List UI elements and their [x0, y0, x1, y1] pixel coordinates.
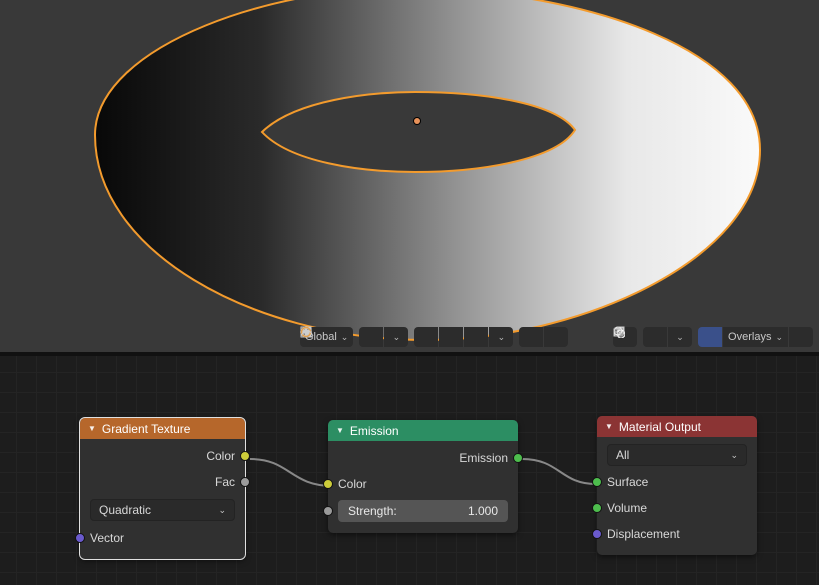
overlays-label: Overlays: [728, 331, 771, 343]
gizmo-toggle[interactable]: [643, 327, 667, 347]
viewport-3d[interactable]: Global ⌄ ⌄ ⌄: [0, 0, 819, 352]
input-color: Color: [338, 471, 508, 497]
output-target-select[interactable]: All ⌄: [607, 444, 747, 466]
viewport-header-center: Global ⌄ ⌄ ⌄: [300, 326, 574, 348]
socket-in-color[interactable]: [323, 479, 333, 489]
node-title: Emission: [350, 424, 399, 438]
node-header[interactable]: ▼ Emission: [328, 420, 518, 441]
proportional-falloff[interactable]: [544, 327, 568, 347]
chevron-down-icon: ⌄: [676, 332, 684, 343]
viewport-header-right: ⌄ Overlays ⌄: [613, 326, 819, 348]
output-fac: Fac: [90, 469, 235, 495]
socket-in-volume[interactable]: [592, 503, 602, 513]
input-displacement: Displacement: [607, 521, 747, 547]
collapse-icon: ▼: [336, 426, 344, 435]
chevron-down-icon: ⌄: [393, 332, 401, 343]
node-material-output[interactable]: ▼ Material Output All ⌄ Surface Volume D…: [597, 416, 757, 555]
socket-in-vector[interactable]: [75, 533, 85, 543]
gradient-type-select[interactable]: Quadratic ⌄: [90, 499, 235, 521]
node-header[interactable]: ▼ Material Output: [597, 416, 757, 437]
gizmo-dropdown[interactable]: ⌄: [668, 327, 692, 347]
snap-dropdown[interactable]: ⌄: [384, 327, 408, 347]
node-header[interactable]: ▼ Gradient Texture: [80, 418, 245, 439]
torus-render: [0, 0, 819, 352]
socket-out-color[interactable]: [240, 451, 250, 461]
overlays-dropdown[interactable]: Overlays ⌄: [723, 327, 788, 347]
proportional-dropdown[interactable]: ⌄: [489, 327, 513, 347]
socket-out-fac[interactable]: [240, 477, 250, 487]
falloff-icon: [300, 326, 314, 338]
input-vector: Vector: [90, 525, 235, 551]
proportional-connected[interactable]: [519, 327, 543, 347]
proportional-edit-toggle[interactable]: [414, 327, 438, 347]
chevron-down-icon: ⌄: [218, 505, 226, 516]
tool-settings-2[interactable]: [464, 327, 488, 347]
node-editor[interactable]: ▼ Gradient Texture Color Fac Quadratic ⌄…: [0, 352, 819, 585]
chevron-down-icon: ⌄: [498, 332, 506, 343]
chevron-down-icon: ⌄: [775, 332, 783, 343]
tool-settings-1[interactable]: [439, 327, 463, 347]
xray-toggle[interactable]: [789, 327, 813, 347]
socket-out-emission[interactable]: [513, 453, 523, 463]
node-title: Material Output: [619, 420, 701, 434]
collapse-icon: ▼: [605, 422, 613, 431]
output-emission: Emission: [338, 445, 508, 471]
xray-icon: [613, 326, 625, 338]
socket-in-displacement[interactable]: [592, 529, 602, 539]
output-color: Color: [90, 443, 235, 469]
node-title: Gradient Texture: [102, 422, 191, 436]
collapse-icon: ▼: [88, 424, 96, 433]
overlays-toggle[interactable]: [698, 327, 722, 347]
node-emission[interactable]: ▼ Emission Emission Color Strength: 1.00…: [328, 420, 518, 533]
input-surface: Surface: [607, 469, 747, 495]
chevron-down-icon: ⌄: [730, 450, 738, 461]
node-gradient-texture[interactable]: ▼ Gradient Texture Color Fac Quadratic ⌄…: [80, 418, 245, 559]
chevron-down-icon: ⌄: [341, 332, 349, 343]
socket-in-surface[interactable]: [592, 477, 602, 487]
cursor-3d: [414, 118, 420, 124]
input-volume: Volume: [607, 495, 747, 521]
strength-field[interactable]: Strength: 1.000: [338, 500, 508, 522]
snap-toggle[interactable]: [359, 327, 383, 347]
socket-in-strength[interactable]: [323, 506, 333, 516]
